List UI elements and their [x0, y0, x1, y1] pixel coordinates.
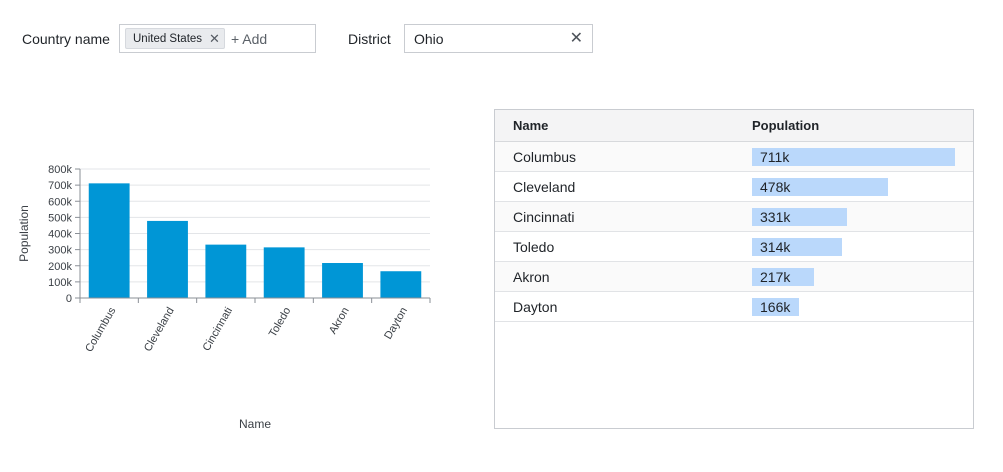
table-row[interactable]: Akron 217k	[495, 262, 973, 292]
population-value: 166k	[760, 298, 791, 315]
y-tick-label: 300k	[48, 245, 72, 257]
table-header: Name Population	[495, 110, 973, 142]
population-bar-chart: 0 100k 200k 300k 400k 500k 600k 700k 800k Columbu…	[17, 164, 431, 431]
y-tick-label: 700k	[48, 180, 72, 192]
table-row[interactable]: Cleveland 478k	[495, 172, 973, 202]
y-tick-label: 0	[66, 293, 72, 305]
population-bar-wrap: 166k	[752, 297, 955, 316]
column-header-population[interactable]: Population	[734, 118, 973, 133]
add-country-button[interactable]: + Add	[231, 31, 267, 47]
table-row[interactable]: Columbus 711k	[495, 142, 973, 172]
district-filter-label: District	[348, 31, 391, 47]
x-tick-label: Cincinnati	[201, 305, 236, 353]
cell-name: Akron	[513, 268, 550, 285]
bar-akron	[322, 263, 363, 298]
population-value: 478k	[760, 178, 791, 195]
population-value: 331k	[760, 208, 791, 225]
cell-name: Cleveland	[513, 178, 576, 195]
y-tick-label: 200k	[48, 261, 72, 273]
table-row[interactable]: Cincinnati 331k	[495, 202, 973, 232]
y-tick-label: 500k	[48, 212, 72, 224]
cell-population: 217k	[734, 267, 973, 286]
district-value: Ohio	[414, 30, 444, 47]
country-chip-label: United States	[133, 32, 203, 45]
y-tick-label: 600k	[48, 196, 72, 208]
column-header-name[interactable]: Name	[495, 118, 734, 133]
cell-name: Toledo	[513, 238, 555, 255]
bar-columbus	[88, 183, 130, 298]
x-tick-label: Akron	[327, 305, 352, 336]
chart-gridlines	[80, 168, 430, 299]
population-value: 217k	[760, 268, 791, 285]
cell-population: 331k	[734, 207, 973, 226]
bar-toledo	[263, 247, 305, 298]
x-axis-title: Name	[239, 417, 271, 431]
bar-cincinnati	[205, 244, 247, 298]
population-table: Name Population Columbus 711k Cleveland 478…	[494, 109, 974, 429]
population-bar-wrap: 711k	[752, 147, 955, 166]
y-tick-label: 400k	[48, 229, 72, 241]
cell-name: Cincinnati	[513, 208, 575, 225]
population-bar-wrap: 217k	[752, 267, 955, 286]
district-filter-input[interactable]: Ohio ✕	[404, 24, 593, 53]
bar-cleveland	[147, 220, 188, 298]
bar-dayton	[380, 271, 422, 298]
population-value: 314k	[760, 238, 791, 255]
cell-population: 166k	[734, 297, 973, 316]
x-tick-label: Columbus	[83, 305, 118, 354]
country-filter-label: Country name	[22, 31, 110, 47]
cell-name: Columbus	[513, 148, 577, 165]
x-tick-label: Toledo	[267, 305, 294, 339]
clear-district-icon[interactable]: ✕	[570, 30, 583, 47]
cell-population: 711k	[734, 147, 973, 166]
chart-bars	[88, 183, 422, 298]
x-tick-label: Dayton	[382, 305, 410, 341]
population-bar-wrap: 314k	[752, 237, 955, 256]
cell-population: 314k	[734, 237, 973, 256]
country-chip: United States ✕	[125, 28, 225, 49]
y-tick-label: 800k	[48, 164, 72, 176]
population-value: 711k	[760, 148, 790, 165]
y-tick-label: 100k	[48, 277, 72, 289]
cell-population: 478k	[734, 177, 973, 196]
chip-remove-icon[interactable]: ✕	[209, 32, 220, 45]
x-tick-label: Cleveland	[142, 305, 177, 353]
table-row[interactable]: Toledo 314k	[495, 232, 973, 262]
table-body: Columbus 711k Cleveland 478k Cincinnati 331k T…	[495, 142, 973, 322]
country-filter-input[interactable]: United States ✕ + Add	[119, 24, 316, 53]
cell-name: Dayton	[513, 298, 558, 315]
y-axis-title: Population	[17, 205, 31, 262]
dashboard: Country name United States ✕ + Add Distr…	[0, 0, 1003, 472]
population-bar-wrap: 331k	[752, 207, 955, 226]
table-row[interactable]: Dayton 166k	[495, 292, 973, 322]
population-bar-wrap: 478k	[752, 177, 955, 196]
